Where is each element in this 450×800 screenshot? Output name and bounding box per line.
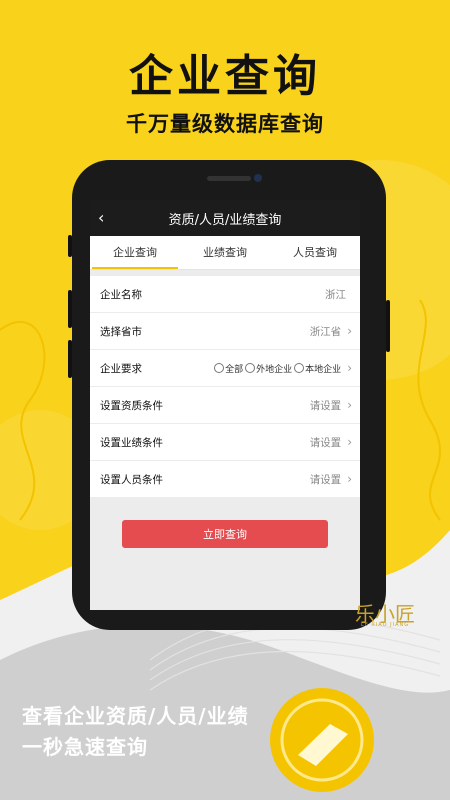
app-title: 资质/人员/业绩查询: [168, 212, 282, 228]
company-name-value[interactable]: 浙江: [325, 287, 346, 302]
personnel-value: 请设置: [309, 473, 342, 486]
tab-performance-query[interactable]: 业绩查询: [180, 236, 270, 269]
personnel-label: 设置人员条件: [100, 473, 163, 486]
radio-nonlocal-label: 外地企业: [256, 364, 293, 375]
camera-icon: [254, 174, 262, 182]
qualification-label: 设置资质条件: [100, 399, 163, 412]
app-screen: ‹ 资质/人员/业绩查询 企业查询 业绩查询 人员查询 企业名称 浙江 选择省市…: [90, 200, 360, 610]
performance-value: 请设置: [309, 436, 342, 449]
personnel-setting[interactable]: 设置人员条件 请设置 ›: [90, 461, 360, 498]
requirement-radio-group: 全部 外地企业 本地企业: [212, 362, 341, 375]
radio-all-label: 全部: [225, 364, 244, 375]
phone-side-button: [68, 290, 72, 328]
radio-all[interactable]: 全部: [214, 362, 243, 375]
brand-logo-subtitle: LE XIAO JIANG: [360, 622, 410, 628]
province-select[interactable]: 选择省市 浙江省 ›: [90, 313, 360, 350]
radio-nonlocal[interactable]: 外地企业: [245, 362, 292, 375]
chevron-right-icon: ›: [347, 398, 352, 412]
app-header: ‹ 资质/人员/业绩查询: [90, 200, 360, 236]
radio-circle-icon: [214, 363, 225, 373]
performance-label: 设置业绩条件: [100, 436, 163, 449]
requirement-field: 企业要求 全部 外地企业 本地企业 ›: [90, 350, 360, 387]
performance-setting[interactable]: 设置业绩条件 请设置 ›: [90, 424, 360, 461]
radio-circle-icon: [294, 363, 305, 373]
phone-side-button: [68, 340, 72, 378]
phone-side-button: [68, 235, 72, 257]
speaker-grille: [207, 176, 251, 181]
phone-side-button: [386, 300, 390, 352]
tab-personnel-query[interactable]: 人员查询: [270, 236, 360, 269]
phone-notch: [165, 168, 295, 194]
requirement-label: 企业要求: [100, 362, 142, 375]
company-name-field[interactable]: 企业名称 浙江: [90, 276, 360, 313]
promo-bottom-line-1: 查看企业资质/人员/业绩: [22, 704, 249, 728]
promo-bottom-line-2: 一秒急速查询: [22, 735, 148, 759]
tab-company-query[interactable]: 企业查询: [90, 236, 180, 269]
province-value: 浙江省: [309, 325, 342, 338]
chevron-right-icon: ›: [347, 472, 352, 486]
query-form: 企业名称 浙江 选择省市 浙江省 › 企业要求 全部 外地企业 本地企业 › 设…: [90, 276, 360, 498]
radio-circle-icon: [245, 363, 256, 373]
promo-subline: 千万量级数据库查询: [126, 112, 324, 136]
chevron-right-icon: ›: [347, 435, 352, 449]
qualification-value: 请设置: [309, 399, 342, 412]
radio-local-label: 本地企业: [305, 364, 342, 375]
radio-local[interactable]: 本地企业: [294, 362, 341, 375]
qualification-setting[interactable]: 设置资质条件 请设置 ›: [90, 387, 360, 424]
province-label: 选择省市: [100, 325, 142, 338]
query-now-button[interactable]: 立即查询: [122, 520, 328, 548]
company-name-label: 企业名称: [100, 288, 142, 301]
chevron-left-icon[interactable]: ‹: [98, 208, 104, 227]
chevron-right-icon: ›: [347, 361, 352, 375]
tab-bar: 企业查询 业绩查询 人员查询: [90, 236, 360, 270]
chevron-right-icon: ›: [347, 324, 352, 338]
promo-headline: 企业查询: [129, 51, 321, 102]
